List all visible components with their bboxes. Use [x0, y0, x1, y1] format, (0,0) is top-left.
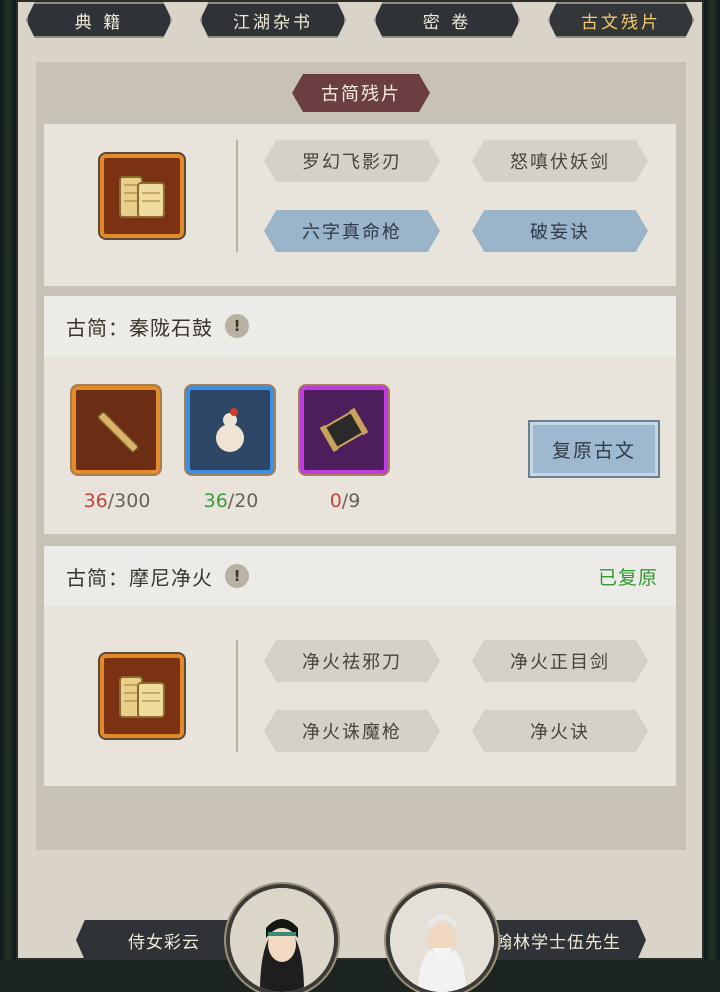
skill-chip[interactable]: 净火正目剑 — [472, 640, 648, 682]
need-count: /300 — [107, 490, 151, 512]
skill-chip[interactable]: 净火诀 — [472, 710, 648, 752]
info-icon[interactable]: ! — [225, 564, 249, 588]
info-icon[interactable]: ! — [225, 314, 249, 338]
tab-label: 典 籍 — [74, 12, 124, 33]
card-title: 古简：摩尼净火 — [66, 565, 213, 590]
scholar-portrait[interactable] — [390, 888, 494, 992]
material-count: 36/300 — [62, 490, 172, 512]
section-title: 古简残片 — [292, 74, 430, 112]
card-title: 古简：秦陇石鼓 — [66, 315, 213, 340]
skill-label: 破妄诀 — [530, 222, 590, 243]
have-count: 0 — [329, 490, 342, 512]
skill-label: 怒嗔伏妖剑 — [510, 152, 610, 173]
tab-label: 古文残片 — [581, 12, 661, 33]
tab-secret-scrolls[interactable]: 密 卷 — [374, 2, 520, 38]
tab-bar: 典 籍 江湖杂书 密 卷 古文残片 — [22, 0, 698, 42]
tab-ancient-fragments[interactable]: 古文残片 — [548, 2, 694, 38]
skill-label: 净火诀 — [530, 722, 590, 743]
have-count: 36 — [83, 490, 108, 512]
skill-chip[interactable]: 净火祛邪刀 — [264, 640, 440, 682]
qinlong-card-header: 古简：秦陇石鼓 ! — [44, 296, 676, 356]
moni-card-header: 古简：摩尼净火 ! 已复原 — [44, 546, 676, 606]
gourd-icon[interactable] — [186, 386, 274, 474]
skill-label: 净火诛魔枪 — [302, 722, 402, 743]
npc-name-bar[interactable]: 翰林学士伍先生 — [470, 920, 646, 960]
skill-label: 净火祛邪刀 — [302, 652, 402, 673]
restore-text-button[interactable]: 复原古文 — [528, 420, 660, 478]
skill-label: 六字真命枪 — [302, 222, 402, 243]
skill-label: 净火正目剑 — [510, 652, 610, 673]
material-count: 36/20 — [176, 490, 286, 512]
restored-status: 已复原 — [597, 566, 658, 589]
scroll-icon[interactable] — [100, 654, 184, 738]
divider — [236, 640, 238, 752]
need-count: /9 — [341, 490, 361, 512]
bamboo-slip-icon[interactable] — [72, 386, 160, 474]
npc-name: 翰林学士伍先生 — [495, 932, 621, 953]
need-count: /20 — [227, 490, 259, 512]
skill-chip[interactable]: 怒嗔伏妖剑 — [472, 140, 648, 182]
tab-label: 江湖杂书 — [233, 12, 313, 33]
maid-portrait[interactable] — [230, 888, 334, 992]
left-border — [0, 0, 16, 960]
skill-label: 罗幻飞影刃 — [302, 152, 402, 173]
material-count: 0/9 — [290, 490, 400, 512]
skill-chip[interactable]: 破妄诀 — [472, 210, 648, 252]
tab-classics[interactable]: 典 籍 — [26, 2, 172, 38]
npc-name-bar[interactable]: 侍女彩云 — [76, 920, 252, 960]
scroll-spool-icon[interactable] — [300, 386, 388, 474]
divider — [236, 140, 238, 252]
skill-chip[interactable]: 六字真命枪 — [264, 210, 440, 252]
skill-chip[interactable]: 净火诛魔枪 — [264, 710, 440, 752]
tab-misc-books[interactable]: 江湖杂书 — [200, 2, 346, 38]
have-count: 36 — [203, 490, 228, 512]
npc-name: 侍女彩云 — [128, 932, 200, 953]
skill-chip[interactable]: 罗幻飞影刃 — [264, 140, 440, 182]
tab-label: 密 卷 — [422, 12, 472, 33]
scroll-icon[interactable] — [100, 154, 184, 238]
right-border — [704, 0, 720, 960]
